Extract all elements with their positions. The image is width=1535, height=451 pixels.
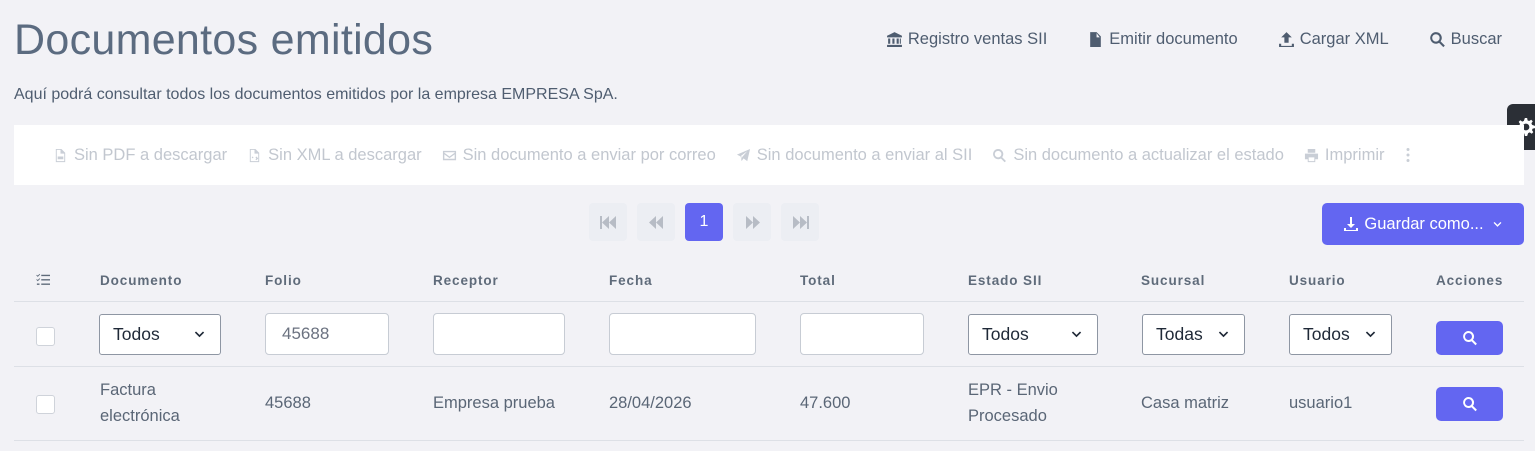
column-header-fecha[interactable]: Fecha [609, 273, 653, 288]
documento-filter-select[interactable]: Todos [99, 314, 221, 355]
cell-documento: Factura electrónica [100, 381, 180, 425]
print-label: Imprimir [1324, 145, 1385, 164]
next-page-button[interactable] [733, 203, 771, 241]
receptor-filter-input[interactable] [433, 313, 565, 355]
download-xml-label: Sin XML a descargar [268, 145, 422, 164]
total-filter-input[interactable] [800, 313, 924, 355]
header-actions: Registro ventas SII Emitir documento Car… [886, 30, 1502, 49]
send-sii-button[interactable]: Sin documento a enviar al SII [736, 145, 973, 165]
rewind-icon [648, 215, 663, 229]
cell-usuario: usuario1 [1289, 394, 1353, 412]
download-icon [1344, 217, 1359, 231]
first-page-button[interactable] [589, 203, 627, 241]
download-pdf-label: Sin PDF a descargar [74, 145, 228, 164]
envelope-icon [442, 150, 456, 160]
bulk-actions-toolbar: Sin PDF a descargar Sin XML a descargar … [14, 125, 1524, 185]
printer-icon [1304, 148, 1318, 162]
fecha-filter-input[interactable] [609, 313, 756, 355]
column-header-documento[interactable]: Documento [100, 273, 182, 288]
cell-folio: 45688 [265, 394, 311, 412]
column-header-acciones: Acciones [1436, 273, 1504, 288]
registro-ventas-label: Registro ventas SII [907, 30, 1048, 48]
buscar-label: Buscar [1450, 30, 1502, 48]
prev-page-button[interactable] [637, 203, 675, 241]
table-header: Documento Folio Receptor Fecha Total Est… [14, 262, 1524, 302]
sucursal-filter-value: Todas [1156, 324, 1203, 344]
pdf-file-icon [55, 148, 66, 162]
save-as-label: Guardar como... [1364, 214, 1484, 233]
print-button[interactable]: Imprimir [1304, 145, 1385, 165]
last-page-button[interactable] [781, 203, 819, 241]
search-icon [1462, 331, 1477, 346]
list-check-icon[interactable] [36, 273, 50, 287]
filter-search-button[interactable] [1436, 321, 1503, 355]
row-view-button[interactable] [1436, 387, 1503, 421]
column-header-estado-sii[interactable]: Estado SII [968, 273, 1042, 288]
bank-icon [886, 32, 902, 47]
emitir-documento-label: Emitir documento [1109, 30, 1238, 48]
cargar-xml-button[interactable]: Cargar XML [1278, 30, 1389, 49]
file-icon [1090, 32, 1102, 47]
download-xml-button[interactable]: Sin XML a descargar [247, 145, 422, 165]
column-header-receptor[interactable]: Receptor [433, 273, 499, 288]
page-title: Documentos emitidos [14, 16, 434, 64]
column-header-sucursal[interactable]: Sucursal [1141, 273, 1205, 288]
cell-fecha: 28/04/2026 [609, 394, 692, 412]
upload-icon [1278, 32, 1294, 47]
select-all-checkbox[interactable] [36, 327, 55, 346]
estado-filter-value: Todos [982, 324, 1029, 344]
chevron-down-icon [194, 331, 205, 338]
estado-filter-select[interactable]: Todos [968, 314, 1098, 355]
cargar-xml-label: Cargar XML [1299, 30, 1389, 48]
folio-filter-input[interactable]: 45688 [265, 313, 389, 355]
cell-total: 47.600 [800, 394, 851, 412]
last-page-icon [792, 215, 809, 229]
send-email-button[interactable]: Sin documento a enviar por correo [442, 146, 716, 165]
xml-file-icon [249, 148, 260, 162]
column-header-folio[interactable]: Folio [265, 273, 302, 288]
save-as-button[interactable]: Guardar como... [1322, 203, 1524, 245]
update-status-button[interactable]: Sin documento a actualizar el estado [992, 146, 1284, 165]
update-status-label: Sin documento a actualizar el estado [1013, 145, 1284, 164]
cell-estado-sii: EPR - Envio Procesado [968, 381, 1058, 425]
column-header-total[interactable]: Total [800, 273, 836, 288]
usuario-filter-select[interactable]: Todos [1289, 314, 1392, 355]
more-options-button[interactable] [1400, 147, 1416, 163]
page-subtitle: Aquí podrá consultar todos los documento… [14, 86, 618, 103]
chevron-down-icon [1365, 331, 1376, 338]
table-row: Factura electrónica 45688 Empresa prueba… [14, 367, 1524, 441]
search-icon [1462, 397, 1477, 412]
search-icon [1429, 32, 1445, 48]
chevron-down-icon [1071, 331, 1082, 338]
sucursal-filter-select[interactable]: Todas [1142, 314, 1245, 355]
registro-ventas-button[interactable]: Registro ventas SII [886, 30, 1047, 49]
column-header-usuario[interactable]: Usuario [1289, 273, 1346, 288]
chevron-down-icon [1218, 331, 1229, 338]
download-pdf-button[interactable]: Sin PDF a descargar [53, 146, 227, 165]
emitir-documento-button[interactable]: Emitir documento [1087, 30, 1238, 49]
usuario-filter-value: Todos [1303, 324, 1350, 344]
row-checkbox[interactable] [36, 395, 55, 414]
documents-table: Documento Folio Receptor Fecha Total Est… [14, 262, 1524, 441]
search-icon [993, 148, 1007, 162]
chevron-down-icon [1493, 221, 1502, 227]
first-page-icon [599, 215, 616, 229]
buscar-button[interactable]: Buscar [1429, 30, 1502, 49]
cell-receptor: Empresa prueba [433, 394, 555, 412]
page-button-current[interactable]: 1 [685, 203, 723, 241]
fast-forward-icon [745, 215, 760, 229]
kebab-menu-icon [1406, 148, 1410, 162]
paper-plane-icon [736, 148, 750, 161]
documento-filter-value: Todos [113, 324, 160, 344]
pagination: 1 [589, 203, 819, 241]
send-sii-label: Sin documento a enviar al SII [756, 145, 973, 164]
send-email-label: Sin documento a enviar por correo [462, 145, 716, 164]
cell-sucursal: Casa matriz [1141, 394, 1230, 412]
filter-row: Todos 45688 Todos Todas Todos [14, 302, 1524, 367]
